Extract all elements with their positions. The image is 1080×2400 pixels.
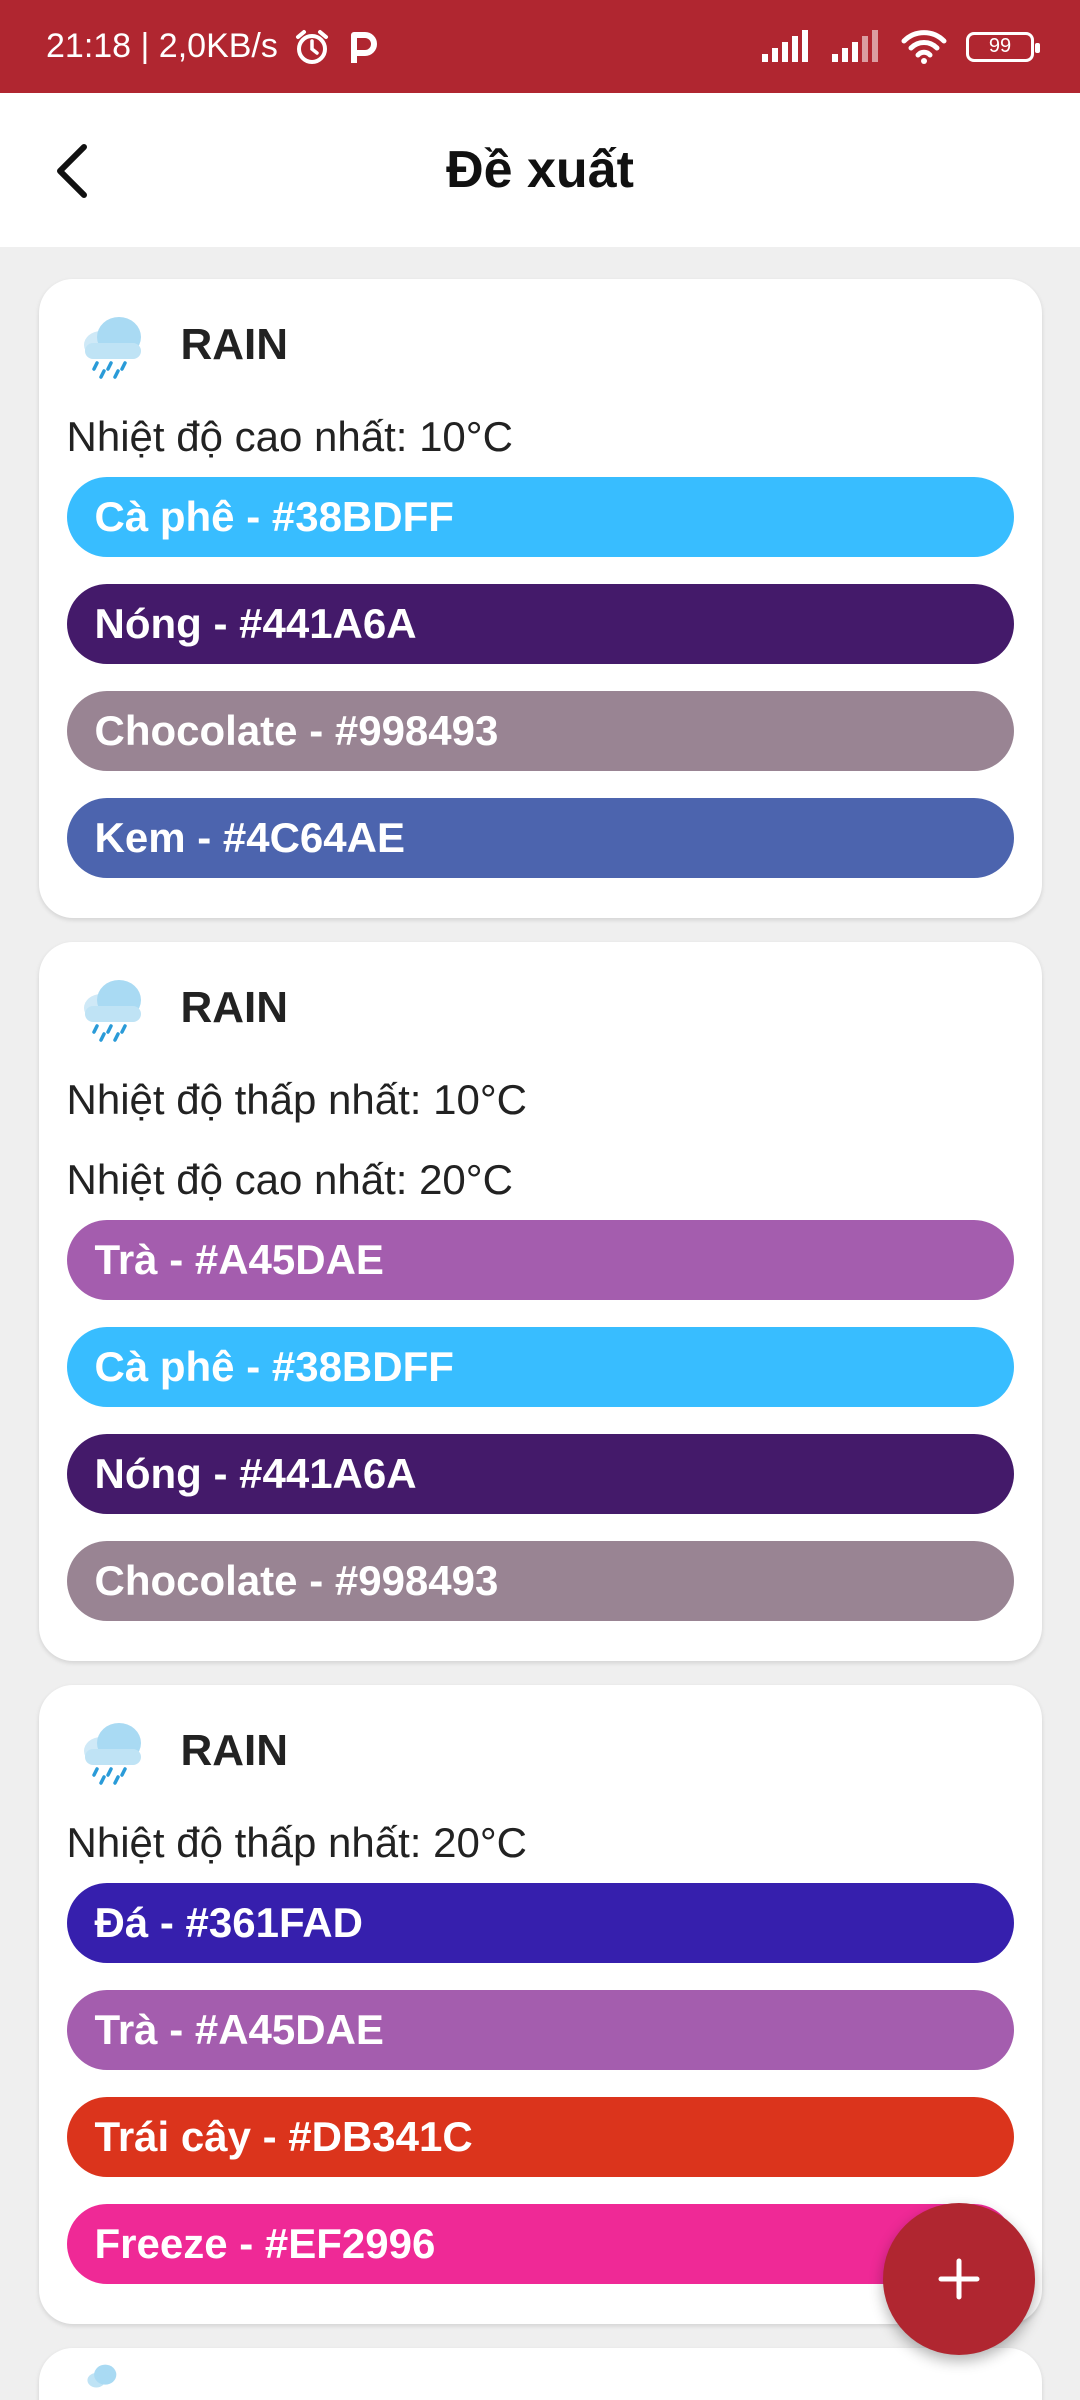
signal-icon [762,29,808,62]
drink-item-pill[interactable]: Trà - #A45DAE [66,1990,1014,2070]
rain-cloud-icon [83,317,141,379]
cards-container: RAIN Nhiệt độ cao nhất: 10°C Cà phê - #38… [0,279,1080,2324]
drink-item-pill[interactable]: Kem - #4C64AE [66,798,1014,878]
app-bar: Đề xuất [0,93,1080,247]
weather-label: RAIN [180,320,289,369]
card-header: RAIN [67,972,1014,1044]
p-app-icon [350,31,377,63]
drink-item-pill[interactable]: Trái cây - #DB341C [66,2097,1014,2177]
drink-item-pill[interactable]: Cà phê - #38BDFF [66,1327,1014,1407]
temperature-text: Nhiệt độ cao nhất: 20°C [66,1156,513,1203]
weather-label: RAIN [180,983,289,1032]
card-header: RAIN [67,1715,1014,1787]
plus-icon [938,2258,980,2300]
card-body: Nhiệt độ cao nhất: 10°C Cà phê - #38BDFF N… [66,397,1014,878]
drink-item-pill[interactable]: Cà phê - #38BDFF [66,477,1014,557]
next-card-peek [38,2348,1042,2400]
drink-item-pill[interactable]: Chocolate - #998493 [66,1541,1014,1621]
rain-cloud-icon [83,980,141,1042]
battery-icon: 99 [966,31,1040,62]
page-title: Đề xuất [446,141,634,199]
suggestion-card: RAIN Nhiệt độ thấp nhất: 20°C Đá - #361FA… [38,1685,1042,2324]
battery-level: 99 [988,35,1012,57]
drink-item-pill[interactable]: Freeze - #EF2996 [66,2204,1014,2284]
drink-item-pill[interactable]: Nóng - #441A6A [66,1434,1014,1514]
alarm-icon [295,29,328,64]
card-header: RAIN [67,309,1014,381]
status-left: 21:18 | 2,0KB/s [46,27,380,67]
signal-secondary-icon [832,29,878,62]
rain-cloud-icon [83,1723,141,1785]
status-right: 99 [760,29,1040,65]
status-bar: 21:18 | 2,0KB/s 99 [0,0,1080,93]
drink-item-pill[interactable]: Đá - #361FAD [66,1883,1014,1963]
drink-item-pill[interactable]: Nóng - #441A6A [66,584,1014,664]
drink-item-pill[interactable]: Trà - #A45DAE [66,1220,1014,1300]
rain-cloud-icon [86,2364,116,2388]
temperature-text: Nhiệt độ thấp nhất: 20°C [66,1819,527,1866]
card-body: Nhiệt độ thấp nhất: 20°C Đá - #361FAD Trà … [66,1803,1014,2284]
temperature-text: Nhiệt độ cao nhất: 10°C [66,413,513,460]
suggestion-card: RAIN Nhiệt độ thấp nhất: 10°C Nhiệt độ ca… [38,942,1042,1661]
suggestion-list[interactable]: RAIN Nhiệt độ cao nhất: 10°C Cà phê - #38… [0,247,1080,2400]
status-time: 21:18 | 2,0KB/s [46,27,278,65]
add-button[interactable] [883,2203,1035,2355]
suggestion-card: RAIN Nhiệt độ cao nhất: 10°C Cà phê - #38… [38,279,1042,918]
wifi-icon [901,29,947,64]
arrow-back-icon [57,144,87,198]
card-body: Nhiệt độ thấp nhất: 10°C Nhiệt độ cao nhấ… [66,1060,1014,1621]
back-button[interactable] [50,136,110,206]
temperature-text: Nhiệt độ thấp nhất: 10°C [66,1076,527,1123]
drink-item-pill[interactable]: Chocolate - #998493 [66,691,1014,771]
weather-label: RAIN [180,1726,289,1775]
